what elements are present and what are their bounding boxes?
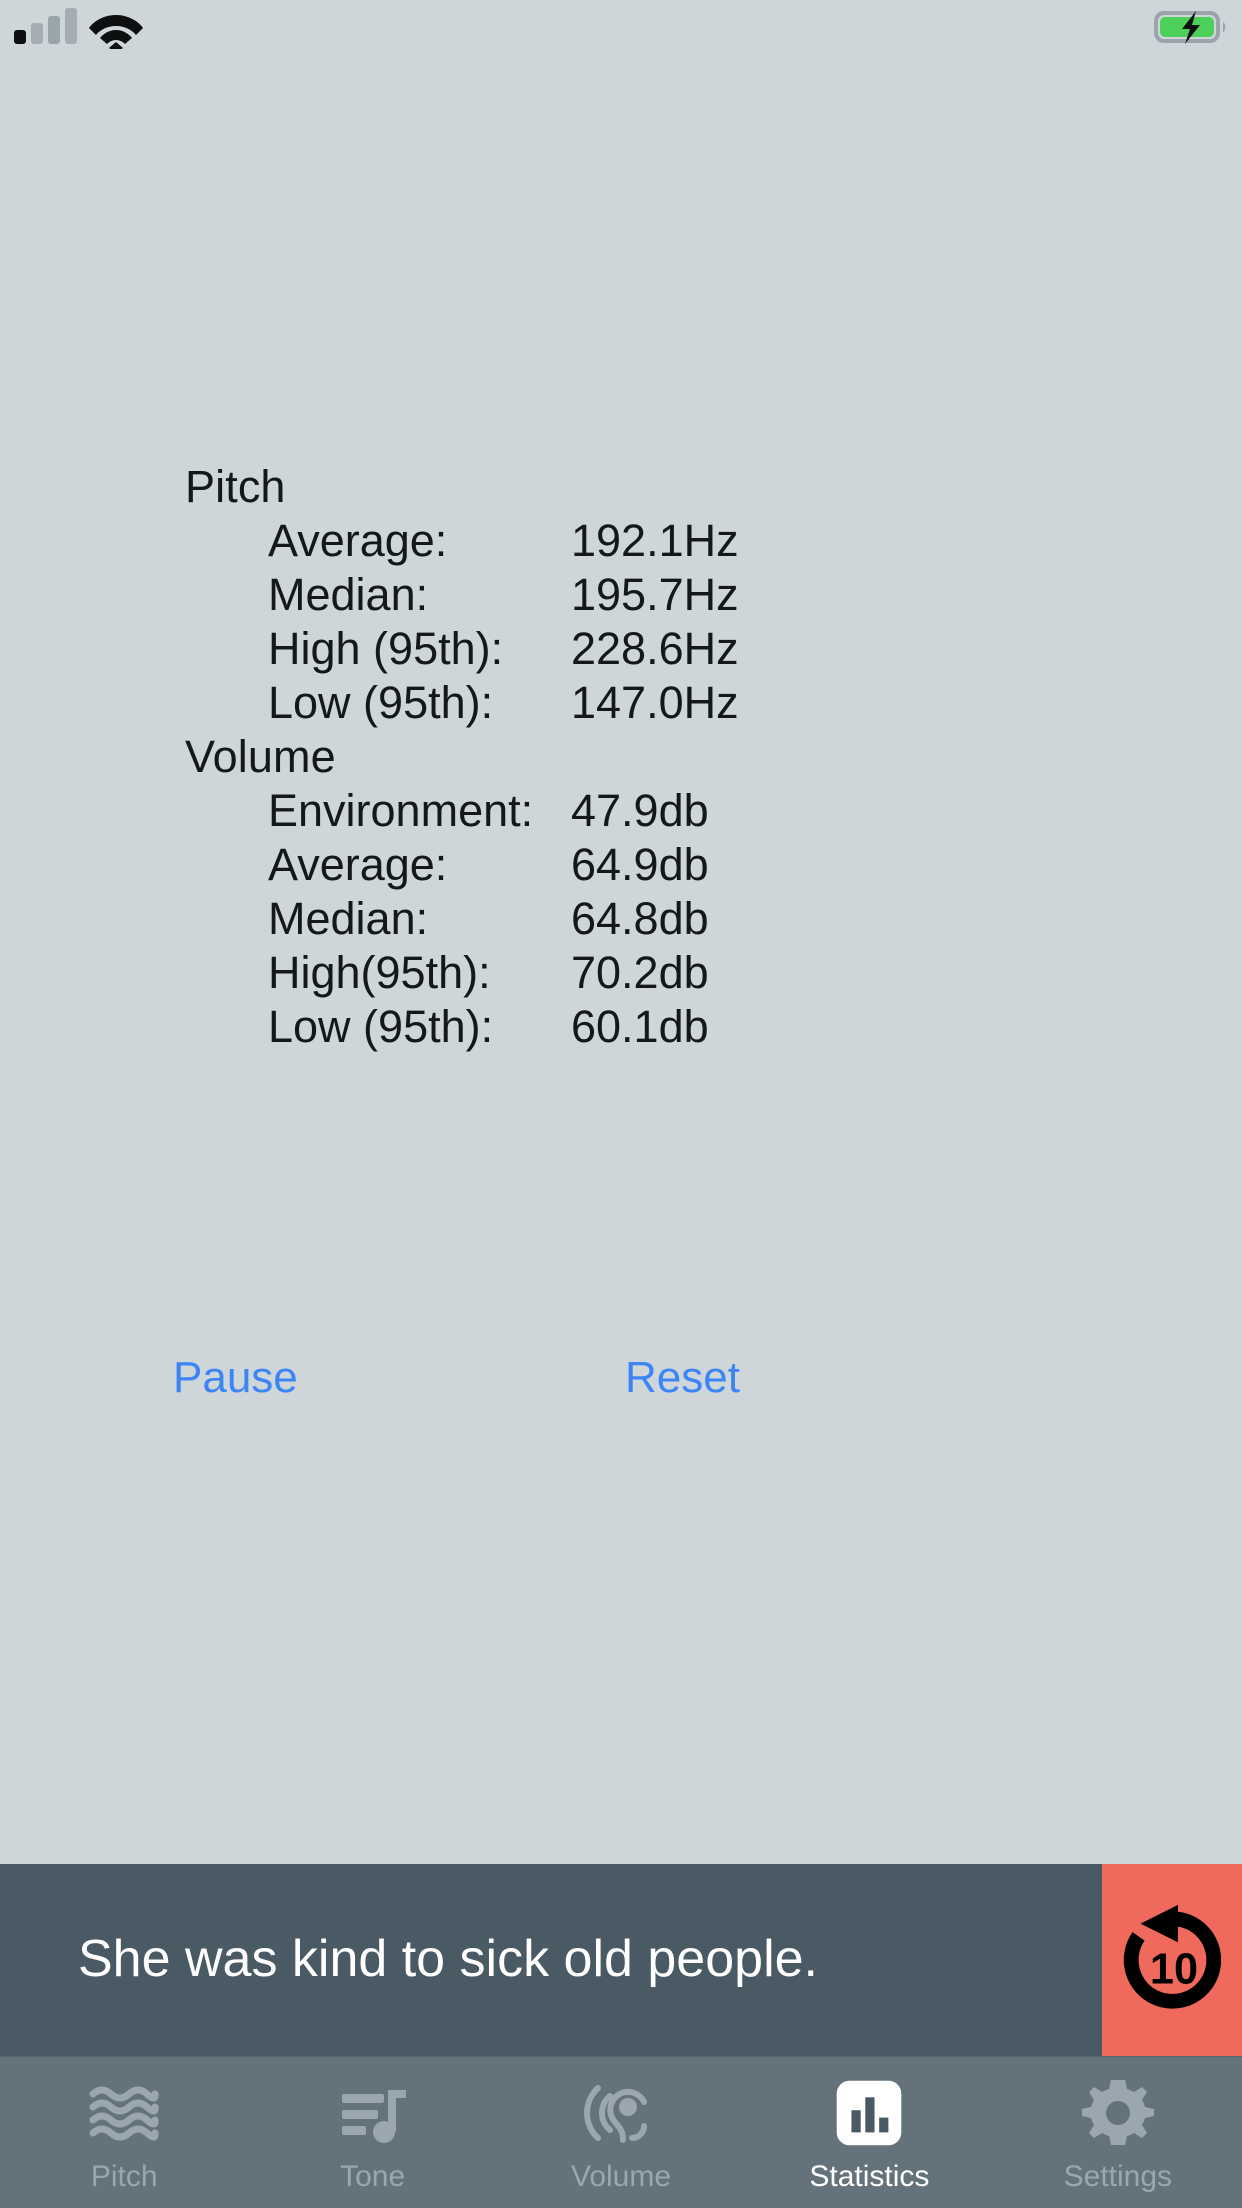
stat-value: 147.0Hz bbox=[571, 677, 739, 728]
tab-settings[interactable]: Settings bbox=[994, 2057, 1242, 2208]
stat-label: Median: bbox=[268, 893, 429, 944]
group-title-pitch: Pitch bbox=[185, 461, 286, 512]
battery-charging-icon bbox=[1154, 9, 1228, 45]
stat-value: 70.2db bbox=[571, 947, 709, 998]
pause-button[interactable]: Pause bbox=[173, 1356, 298, 1400]
stat-label: Median: bbox=[268, 569, 429, 620]
app-screen: Pitch Average: 192.1Hz Median: 195.7Hz H… bbox=[0, 0, 1242, 2208]
gear-icon bbox=[1079, 2074, 1157, 2152]
tab-pitch[interactable]: Pitch bbox=[0, 2057, 248, 2208]
signal-bar-2 bbox=[31, 23, 43, 44]
cellular-signal-icon bbox=[14, 8, 77, 44]
tab-volume[interactable]: Volume bbox=[497, 2057, 745, 2208]
signal-bar-4 bbox=[65, 8, 77, 44]
stat-label: High (95th): bbox=[268, 623, 504, 674]
signal-bar-1 bbox=[14, 30, 26, 44]
stat-label: Average: bbox=[268, 515, 448, 566]
tab-label: Pitch bbox=[90, 2159, 158, 2193]
tab-label: Tone bbox=[340, 2159, 406, 2193]
stat-label: High(95th): bbox=[268, 947, 491, 998]
stat-value: 228.6Hz bbox=[571, 623, 739, 674]
stat-value: 195.7Hz bbox=[571, 569, 739, 620]
group-title-volume: Volume bbox=[185, 731, 336, 782]
stat-label: Environment: bbox=[268, 785, 534, 836]
stat-value: 47.9db bbox=[571, 785, 709, 836]
replay-10-button[interactable]: 10 bbox=[1102, 1864, 1242, 2056]
status-bar bbox=[0, 0, 1242, 60]
stat-label: Low (95th): bbox=[268, 1001, 494, 1052]
tab-label: Volume bbox=[570, 2159, 672, 2193]
tab-statistics[interactable]: Statistics bbox=[745, 2057, 993, 2208]
stat-value: 64.9db bbox=[571, 839, 709, 890]
music-note-icon bbox=[334, 2074, 412, 2152]
waves-icon bbox=[85, 2074, 163, 2152]
tab-bar: Pitch Tone Volume Statistics Settings bbox=[0, 2056, 1242, 2208]
stat-label: Average: bbox=[268, 839, 448, 890]
tab-tone[interactable]: Tone bbox=[248, 2057, 496, 2208]
tab-label: Statistics bbox=[809, 2159, 930, 2193]
sentence-banner: She was kind to sick old people. 10 bbox=[0, 1864, 1242, 2056]
tab-label: Settings bbox=[1063, 2159, 1173, 2193]
stat-value: 192.1Hz bbox=[571, 515, 739, 566]
signal-bar-3 bbox=[48, 16, 60, 44]
stat-label: Low (95th): bbox=[268, 677, 494, 728]
stat-value: 60.1db bbox=[571, 1001, 709, 1052]
stat-value: 64.8db bbox=[571, 893, 709, 944]
sentence-text: She was kind to sick old people. bbox=[78, 1930, 818, 1989]
reset-button[interactable]: Reset bbox=[625, 1356, 740, 1400]
ear-hearing-icon bbox=[582, 2074, 660, 2152]
replay-10-icon: 10 bbox=[1123, 1904, 1222, 2009]
wifi-icon bbox=[88, 9, 144, 53]
bar-chart-icon bbox=[830, 2074, 908, 2152]
svg-text:10: 10 bbox=[1150, 1946, 1198, 1994]
